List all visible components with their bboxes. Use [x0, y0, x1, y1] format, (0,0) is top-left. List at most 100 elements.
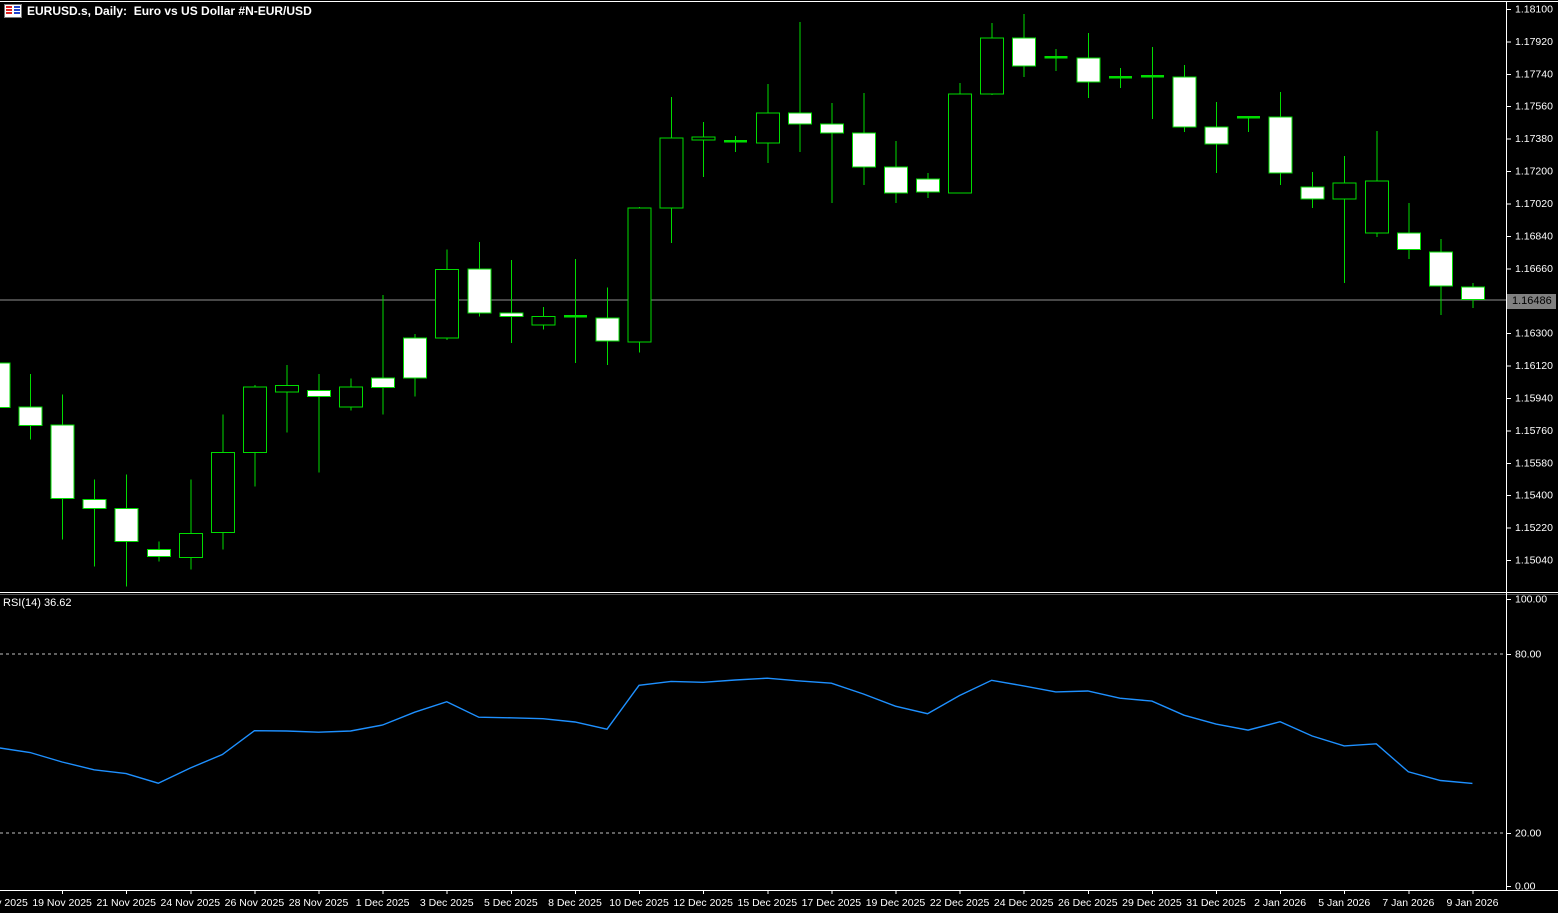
chart-window: 1.18100 1.17920 1.17740 1.17560 1.17380 1.172… — [0, 0, 1558, 913]
date-tick-label: 24 Nov 2025 — [161, 897, 221, 909]
candle-body — [1301, 187, 1324, 199]
candle-body — [884, 167, 907, 193]
price-tick-label: 1.17560 — [1515, 101, 1553, 113]
price-tick-label: 1.17740 — [1515, 68, 1553, 80]
candle-body — [949, 94, 972, 193]
date-tick-label: 5 Dec 2025 — [484, 897, 538, 909]
price-tick-label: 1.17920 — [1515, 36, 1553, 48]
date-tick-label: 10 Dec 2025 — [609, 897, 669, 909]
candle-body — [340, 387, 363, 407]
date-tick-label: 12 Dec 2025 — [673, 897, 733, 909]
chart-title-bar: EURUSD.s, Daily: Euro vs US Dollar #N-EU… — [4, 4, 312, 18]
price-tick-label: 1.16300 — [1515, 328, 1553, 340]
candle-body — [1045, 56, 1068, 59]
price-tick-label: 1.17020 — [1515, 198, 1553, 210]
date-tick-label: 24 Dec 2025 — [994, 897, 1054, 909]
candle-body — [917, 179, 940, 192]
candle-body — [500, 313, 523, 317]
price-tick-label: 1.16120 — [1515, 360, 1553, 372]
date-tick-label: 17 Dec 2025 — [802, 897, 862, 909]
candle-body — [243, 387, 266, 453]
candle-body — [788, 113, 811, 124]
price-tick-label: 1.15760 — [1515, 425, 1553, 437]
rsi-indicator-label: RSI(14) 36.62 — [3, 597, 71, 609]
date-tick-label: 22 Dec 2025 — [930, 897, 990, 909]
candle-body — [308, 391, 331, 397]
candle-body — [756, 113, 779, 143]
candle-body — [83, 500, 106, 509]
current-price-label: 1.16486 — [1507, 294, 1556, 309]
price-tick-label: 1.17200 — [1515, 166, 1553, 178]
date-tick-label: 2 Jan 2026 — [1254, 897, 1306, 909]
date-tick-label: 8 Dec 2025 — [548, 897, 602, 909]
price-tick-label: 1.16840 — [1515, 230, 1553, 242]
price-tick-label: 1.15040 — [1515, 555, 1553, 567]
candle-body — [724, 140, 747, 143]
date-tick-label: 26 Nov 2025 — [225, 897, 285, 909]
candle-body — [275, 386, 298, 392]
date-tick-label: 19 Dec 2025 — [866, 897, 926, 909]
candle-body — [564, 315, 587, 318]
candle-body — [468, 269, 491, 313]
price-tick-label: 1.15400 — [1515, 490, 1553, 502]
date-tick-label: 3 Dec 2025 — [420, 897, 474, 909]
candle-body — [1461, 287, 1484, 300]
rsi-line — [0, 678, 1472, 783]
date-tick-label: 28 Nov 2025 — [289, 897, 349, 909]
candle-body — [1397, 233, 1420, 250]
candle-body — [147, 550, 170, 557]
panel-divider[interactable] — [0, 590, 1558, 595]
date-tick-label: 7 Jan 2026 — [1382, 897, 1434, 909]
price-tick-label: 1.17380 — [1515, 133, 1553, 145]
chart-title: EURUSD.s, Daily: Euro vs US Dollar #N-EU… — [27, 4, 312, 18]
rsi-tick-label: 100.00 — [1515, 594, 1547, 606]
date-tick-label: 5 Jan 2026 — [1318, 897, 1370, 909]
rsi-tick-label: 80.00 — [1515, 649, 1541, 661]
candle-body — [1109, 76, 1132, 79]
candle-body — [1269, 117, 1292, 173]
candle-body — [1013, 38, 1036, 66]
price-tick-label: 1.15220 — [1515, 522, 1553, 534]
price-tick-label: 1.16660 — [1515, 263, 1553, 275]
date-tick-label: 1 Dec 2025 — [356, 897, 410, 909]
candle-body — [115, 509, 138, 542]
date-tick-label: 31 Dec 2025 — [1186, 897, 1246, 909]
candle-body — [1205, 127, 1228, 144]
candle-body — [1333, 183, 1356, 199]
candle-body — [1237, 116, 1260, 119]
date-tick-label: 19 Nov 2025 — [32, 897, 92, 909]
price-tick-label: 1.15940 — [1515, 392, 1553, 404]
candle-body — [628, 208, 651, 342]
candle-body — [51, 425, 74, 499]
price-tick-label: 1.18100 — [1515, 4, 1553, 16]
candle-body — [820, 124, 843, 133]
candle-body — [981, 38, 1004, 94]
candle-body — [852, 133, 875, 167]
candle-body — [692, 137, 715, 140]
candle-body — [436, 270, 459, 338]
candle-body — [211, 453, 234, 533]
candle-body — [1141, 75, 1164, 78]
candle-body — [19, 407, 42, 426]
candle-body — [1365, 181, 1388, 233]
candle-body — [1077, 58, 1100, 82]
candle-body — [1429, 252, 1452, 286]
candle-body — [532, 317, 555, 325]
candle-body — [0, 363, 10, 408]
candle-body — [596, 318, 619, 341]
date-tick-label: 9 Jan 2026 — [1446, 897, 1498, 909]
candle-body — [372, 378, 395, 388]
chart-canvas[interactable]: 1.18100 1.17920 1.17740 1.17560 1.17380 1.172… — [0, 0, 1558, 913]
rsi-tick-label: 0.00 — [1515, 881, 1536, 893]
date-tick-label: 26 Dec 2025 — [1058, 897, 1118, 909]
date-tick-label: 29 Dec 2025 — [1122, 897, 1182, 909]
candle-body — [660, 138, 683, 208]
candle-body — [179, 534, 202, 558]
candle-body — [404, 338, 427, 378]
rsi-tick-label: 20.00 — [1515, 828, 1541, 840]
price-tick-label: 1.15580 — [1515, 457, 1553, 469]
date-tick-label: 17 Nov 2025 — [0, 897, 28, 909]
date-tick-label: 21 Nov 2025 — [96, 897, 156, 909]
candle-body — [1173, 77, 1196, 127]
chart-window-icon — [4, 4, 22, 18]
